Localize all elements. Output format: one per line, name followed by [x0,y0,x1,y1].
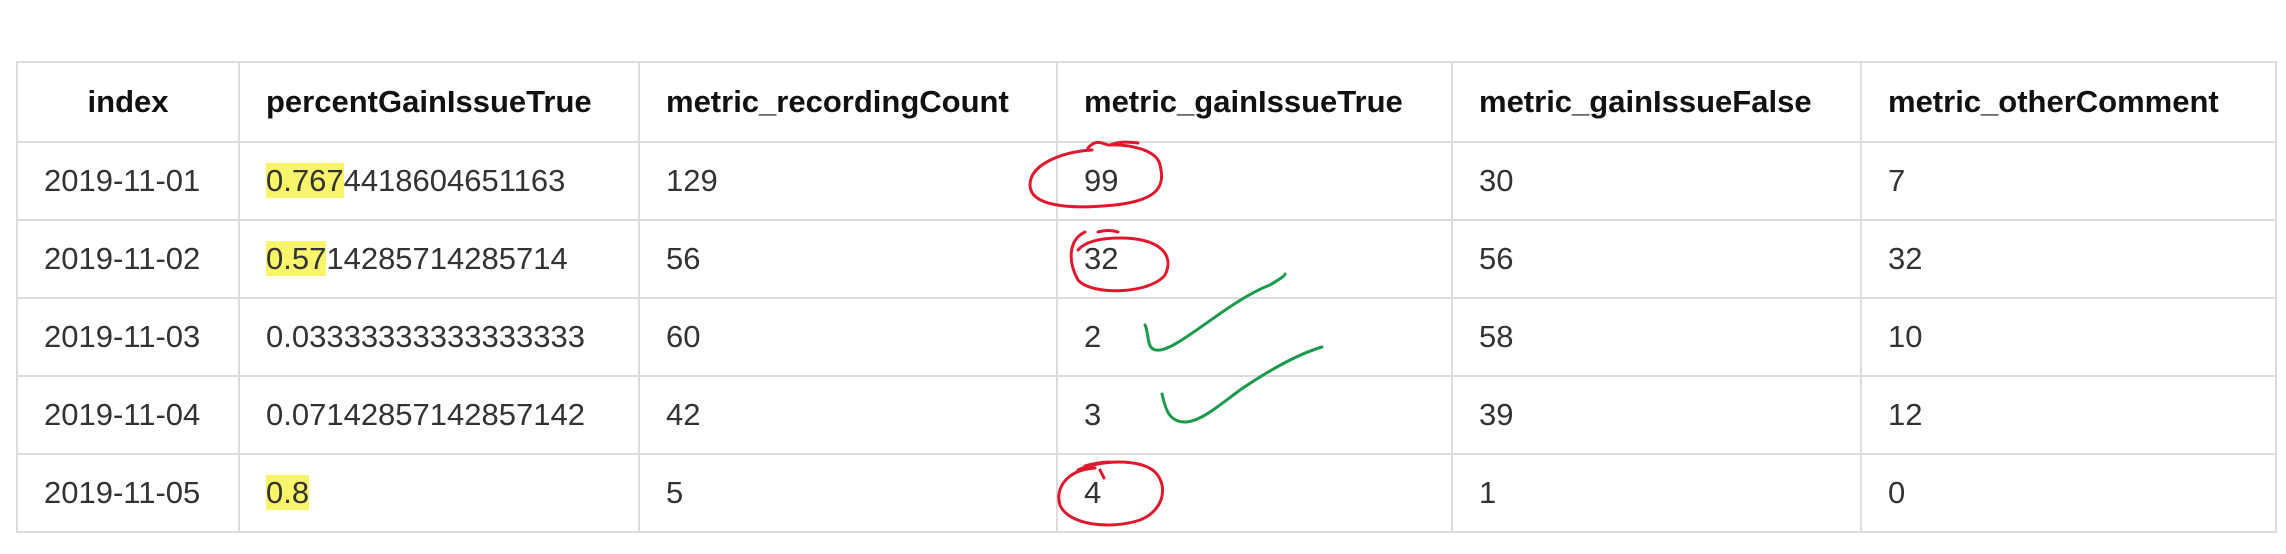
cell-text: 0.03333333333333333 [266,319,585,354]
cell-gain-issue-false: 1 [1451,453,1862,533]
cell-other-comment: 7 [1860,141,2277,221]
cell-other-comment: 12 [1860,375,2277,455]
data-table: index percentGainIssueTrue metric_record… [16,61,2277,533]
cell-gain-issue-true: 2 [1056,297,1453,377]
column-header-index: index [16,61,240,143]
cell-index: 2019-11-02 [16,219,240,299]
cell-index: 2019-11-04 [16,375,240,455]
cell-other-comment: 0 [1860,453,2277,533]
column-header-metric-gain-issue-false: metric_gainIssueFalse [1451,61,1862,143]
cell-gain-issue-false: 39 [1451,375,1862,455]
cell-text: 14285714285714 [326,241,568,276]
cell-gain-issue-true: 99 [1056,141,1453,221]
cell-index: 2019-11-03 [16,297,240,377]
column-header-metric-other-comment: metric_otherComment [1860,61,2277,143]
cell-gain-issue-false: 30 [1451,141,1862,221]
cell-index: 2019-11-01 [16,141,240,221]
cell-text: 0.07142857142857142 [266,397,585,432]
cell-text: 4418604651163 [343,163,566,198]
cell-other-comment: 32 [1860,219,2277,299]
cell-recording-count: 5 [638,453,1058,533]
highlighted-text: 0.57 [266,241,327,276]
cell-gain-issue-true: 32 [1056,219,1453,299]
cell-percent-gain-issue-true: 0.7674418604651163 [238,141,640,221]
cell-index: 2019-11-05 [16,453,240,533]
cell-other-comment: 10 [1860,297,2277,377]
header-row: index percentGainIssueTrue metric_record… [16,61,2277,143]
column-header-percent-gain-issue-true: percentGainIssueTrue [238,61,640,143]
table-row: 2019-11-02 0.5714285714285714 56 32 56 3… [16,219,2277,299]
table-row: 2019-11-01 0.7674418604651163 129 99 30 … [16,141,2277,221]
column-header-metric-recording-count: metric_recordingCount [638,61,1058,143]
table-row: 2019-11-03 0.03333333333333333 60 2 58 1… [16,297,2277,377]
cell-percent-gain-issue-true: 0.5714285714285714 [238,219,640,299]
cell-gain-issue-true: 3 [1056,375,1453,455]
table-row: 2019-11-04 0.07142857142857142 42 3 39 1… [16,375,2277,455]
cell-recording-count: 129 [638,141,1058,221]
cell-gain-issue-false: 58 [1451,297,1862,377]
cell-recording-count: 56 [638,219,1058,299]
cell-gain-issue-true: 4 [1056,453,1453,533]
cell-percent-gain-issue-true: 0.03333333333333333 [238,297,640,377]
highlighted-text: 0.767 [266,163,344,198]
cell-recording-count: 60 [638,297,1058,377]
cell-gain-issue-false: 56 [1451,219,1862,299]
data-table-container: index percentGainIssueTrue metric_record… [16,61,2277,533]
cell-percent-gain-issue-true: 0.8 [238,453,640,533]
cell-recording-count: 42 [638,375,1058,455]
cell-percent-gain-issue-true: 0.07142857142857142 [238,375,640,455]
highlighted-text: 0.8 [266,475,310,510]
table-row: 2019-11-05 0.8 5 4 1 0 [16,453,2277,533]
column-header-metric-gain-issue-true: metric_gainIssueTrue [1056,61,1453,143]
